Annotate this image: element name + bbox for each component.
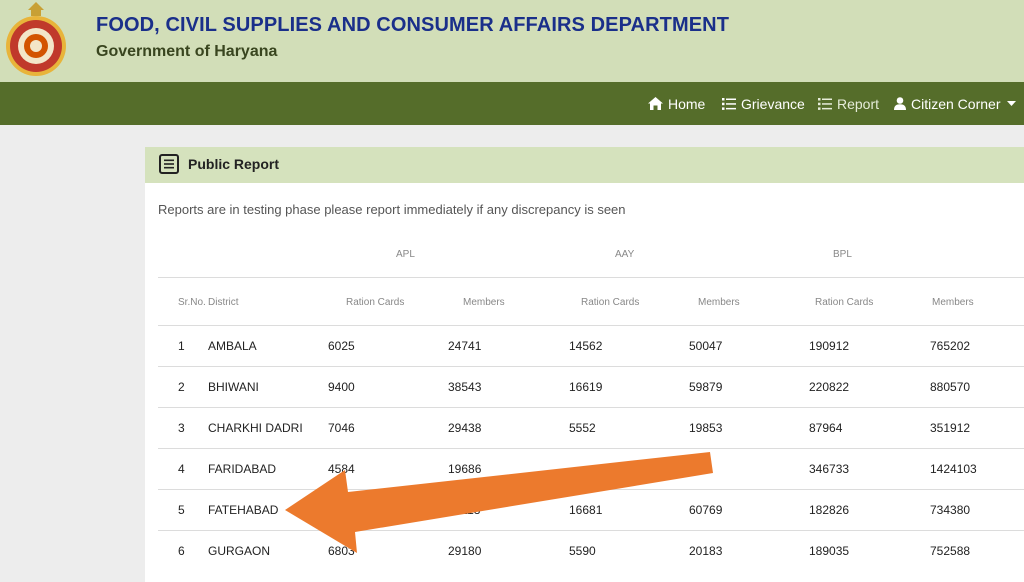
department-title: FOOD, CIVIL SUPPLIES AND CONSUMER AFFAIR…: [96, 14, 730, 36]
row-divider: [158, 366, 1024, 367]
cell-bpl-members: 880570: [930, 380, 971, 394]
nav-home-label: Home: [668, 95, 706, 112]
group-header-apl: APL: [396, 249, 415, 260]
cell-district: FATEHABAD: [208, 503, 279, 517]
row-divider: [158, 489, 1024, 490]
col-header-apl-members: Members: [463, 297, 505, 308]
caret-down-icon: [1007, 100, 1017, 106]
cell-bpl-members: 351912: [930, 421, 971, 435]
list-icon: [722, 97, 736, 110]
cell-bpl-ration-cards: 189035: [809, 544, 850, 558]
cell-apl-ration-cards: 4584: [328, 462, 355, 476]
cell-apl-ration-cards: 9400: [328, 380, 355, 394]
col-header-sr-no: Sr.No.: [178, 297, 206, 308]
haryana-emblem-logo: [6, 2, 66, 76]
panel-title: Public Report: [188, 156, 280, 172]
cell-aay-members: 19853: [689, 421, 723, 435]
cell-apl-ration-cards: 6803: [328, 544, 355, 558]
cell-apl-ration-cards: 7046: [328, 421, 355, 435]
cell-aay-ration-cards: 5552: [569, 421, 596, 435]
cell-district: FARIDABAD: [208, 462, 277, 476]
cell-district: BHIWANI: [208, 380, 259, 394]
list-icon: [818, 97, 832, 110]
public-report-panel: Public Report Reports are in testing pha…: [145, 147, 1024, 582]
cell-aay-members: 59879: [689, 380, 723, 394]
cell-sr-no: 2: [178, 380, 185, 394]
nav-grievance[interactable]: Grievance: [722, 82, 805, 125]
cell-apl-ration-cards: 6025: [328, 339, 355, 353]
cell-bpl-ration-cards: 182826: [809, 503, 850, 517]
header-banner: FOOD, CIVIL SUPPLIES AND CONSUMER AFFAIR…: [0, 0, 1024, 82]
cell-bpl-members: 752588: [930, 544, 971, 558]
col-header-bpl-ration-cards: Ration Cards: [815, 297, 874, 308]
report-list-icon: [159, 154, 179, 174]
cell-aay-members: 60769: [689, 503, 723, 517]
table-divider: [158, 325, 1024, 326]
col-header-aay-members: Members: [698, 297, 740, 308]
group-header-aay: AAY: [615, 249, 635, 260]
row-divider: [158, 407, 1024, 408]
cell-apl-members: 19686: [448, 462, 482, 476]
cell-sr-no: 4: [178, 462, 185, 476]
main-navbar: Home Grievance Report Citizen Corner: [0, 82, 1024, 125]
cell-aay-ration-cards: 5590: [569, 544, 596, 558]
cell-district: AMBALA: [208, 339, 257, 353]
col-header-bpl-members: Members: [932, 297, 974, 308]
nav-citizen-corner-label: Citizen Corner: [911, 95, 1001, 112]
cell-apl-members: 17113: [448, 503, 481, 517]
cell-aay-members: 20183: [689, 544, 723, 558]
cell-aay-members: ...10: [689, 462, 713, 476]
cell-apl-members: 29180: [448, 544, 482, 558]
cell-sr-no: 1: [178, 339, 185, 353]
cell-district: CHARKHI DADRI: [208, 421, 303, 435]
cell-aay-ration-cards: 16681: [569, 503, 603, 517]
cell-bpl-ration-cards: 346733: [809, 462, 850, 476]
cell-apl-members: 29438: [448, 421, 482, 435]
cell-aay-ration-cards: 14562: [569, 339, 603, 353]
cell-sr-no: 6: [178, 544, 185, 558]
cell-sr-no: 3: [178, 421, 185, 435]
nav-report-label: Report: [837, 95, 880, 112]
cell-aay-members: 50047: [689, 339, 723, 353]
cell-district: GURGAON: [208, 544, 271, 558]
col-header-aay-ration-cards: Ration Cards: [581, 297, 640, 308]
cell-apl-members: 38543: [448, 380, 482, 394]
nav-citizen-corner[interactable]: Citizen Corner: [894, 82, 1017, 125]
cell-bpl-members: 1424103: [930, 462, 977, 476]
government-subtitle: Government of Haryana: [96, 43, 278, 60]
nav-report[interactable]: Report: [818, 82, 879, 125]
cell-bpl-ration-cards: 220822: [809, 380, 850, 394]
testing-notice: Reports are in testing phase please repo…: [158, 202, 626, 217]
nav-home[interactable]: Home: [648, 82, 705, 125]
table-divider: [158, 277, 1024, 278]
panel-header: Public Report: [145, 147, 1024, 183]
cell-bpl-members: 734380: [930, 503, 971, 517]
cell-aay-ration-cards: 16619: [569, 380, 603, 394]
nav-grievance-label: Grievance: [741, 95, 805, 112]
cell-sr-no: 5: [178, 503, 185, 517]
row-divider: [158, 530, 1024, 531]
cell-bpl-ration-cards: 87964: [809, 421, 843, 435]
col-header-district: District: [208, 297, 239, 308]
col-header-apl-ration-cards: Ration Cards: [346, 297, 405, 308]
group-header-bpl: BPL: [833, 249, 852, 260]
user-icon: [894, 97, 906, 110]
cell-bpl-ration-cards: 190912: [809, 339, 850, 353]
row-divider: [158, 448, 1024, 449]
cell-apl-members: 24741: [448, 339, 482, 353]
home-icon: [648, 97, 663, 110]
cell-bpl-members: 765202: [930, 339, 971, 353]
